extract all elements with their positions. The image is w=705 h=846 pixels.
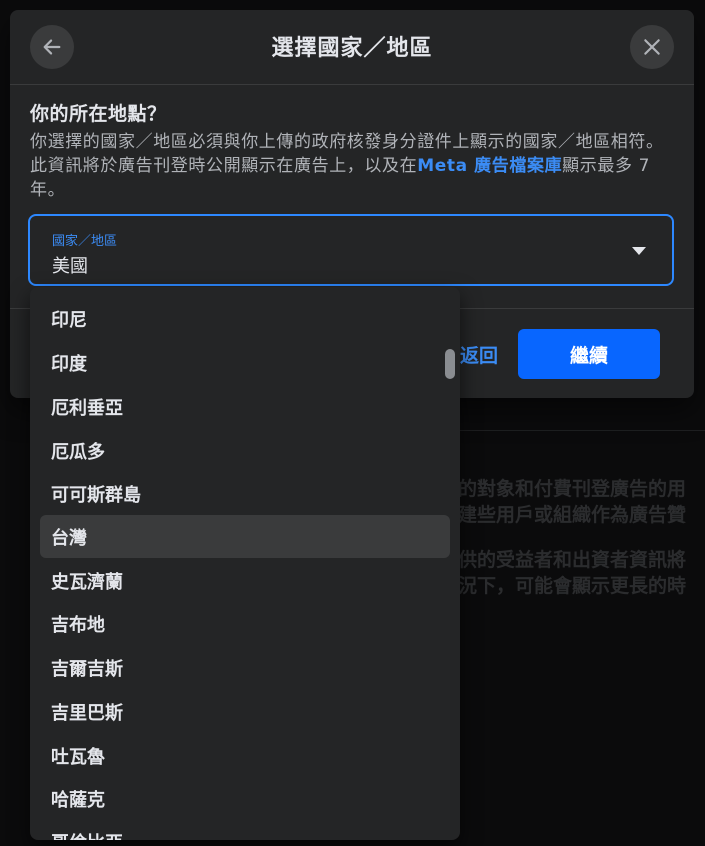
country-option[interactable]: 哥倫比亞	[40, 820, 450, 841]
country-option-highlighted[interactable]: 台灣	[40, 515, 450, 558]
scrollbar-thumb[interactable]	[445, 349, 455, 379]
dialog-header: 選擇國家／地區	[10, 10, 694, 85]
ad-library-link[interactable]: Meta 廣告檔案庫	[417, 156, 562, 176]
country-option[interactable]: 史瓦濟蘭	[40, 559, 450, 602]
country-select-label: 國家／地區	[52, 234, 118, 249]
country-option[interactable]: 吉里巴斯	[40, 690, 450, 733]
country-option[interactable]: 吐瓦魯	[40, 734, 450, 777]
location-description: 你選擇的國家／地區必須與你上傳的政府核發身分證件上顯示的國家／地區相符。此資訊將…	[30, 130, 674, 202]
country-option[interactable]: 印度	[40, 341, 450, 384]
country-select[interactable]: 國家／地區 美國	[28, 214, 674, 286]
caret-down-icon	[632, 247, 646, 255]
background-text-line: 供的受益者和出資者資訊將	[458, 549, 687, 571]
dialog-body: 你的所在地點？ 你選擇的國家／地區必須與你上傳的政府核發身分證件上顯示的國家／地…	[10, 85, 694, 202]
dialog-title: 選擇國家／地區	[271, 36, 433, 61]
background-text-line: 的對象和付費刊登廣告的用	[458, 478, 687, 500]
country-option[interactable]: 哈薩克	[40, 777, 450, 820]
country-option[interactable]: 印尼	[40, 297, 450, 340]
country-option[interactable]: 吉布地	[40, 602, 450, 645]
background-divider	[458, 430, 705, 431]
country-option[interactable]: 厄瓜多	[40, 429, 450, 472]
country-option[interactable]: 吉爾吉斯	[40, 646, 450, 689]
country-dropdown-list[interactable]: 印尼 印度 厄利垂亞 厄瓜多 可可斯群島 台灣 史瓦濟蘭 吉布地 吉爾吉斯 吉里…	[30, 287, 460, 840]
location-question: 你的所在地點？	[30, 103, 167, 125]
country-option[interactable]: 可可斯群島	[40, 472, 450, 515]
background-text-line: 況下，可能會顯示更長的時	[458, 575, 687, 597]
country-select-value: 美國	[52, 256, 88, 277]
return-link[interactable]: 返回	[460, 341, 498, 368]
country-option[interactable]: 厄利垂亞	[40, 385, 450, 428]
background-text-line: 建些用戶或組織作為廣告贊	[458, 504, 687, 526]
close-button[interactable]	[630, 25, 674, 69]
close-icon	[644, 39, 660, 55]
continue-button[interactable]: 繼續	[518, 329, 660, 379]
